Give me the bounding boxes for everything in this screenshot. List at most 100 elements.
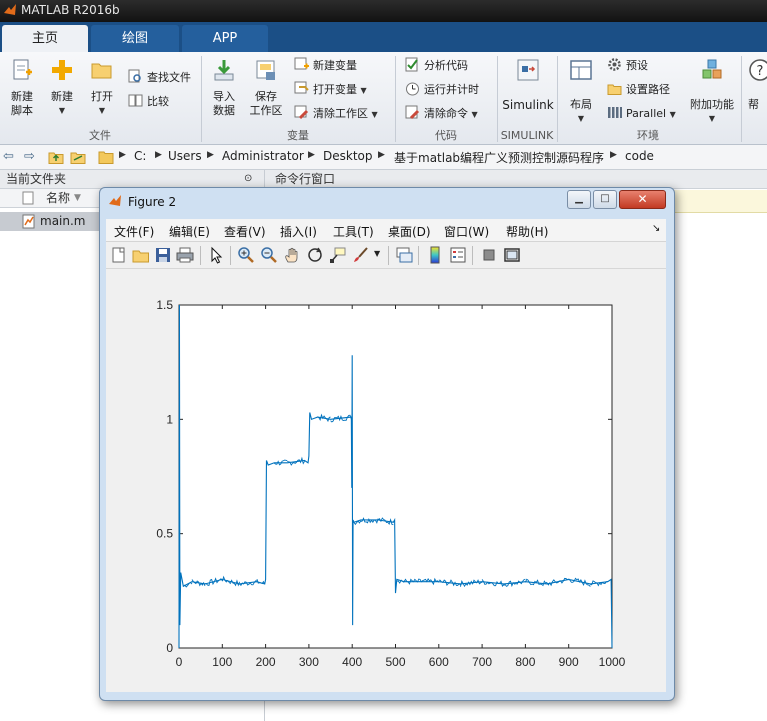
compare-button[interactable]: 比较 (128, 92, 169, 112)
section-variable-label: 变量 (287, 129, 309, 142)
print-icon[interactable] (176, 246, 194, 264)
breadcrumb-item[interactable]: 基于matlab编程广义预测控制源码程序 (394, 149, 604, 166)
run-and-time-button[interactable]: 运行并计时 (405, 80, 479, 100)
section-code-label: 代码 (435, 129, 457, 142)
new-variable-button[interactable]: 新建变量 (294, 56, 357, 76)
open-variable-button[interactable]: 打开变量 ▼ (294, 80, 367, 100)
clear-workspace-button[interactable]: 清除工作区 ▼ (294, 104, 378, 124)
save-workspace-icon (256, 60, 275, 80)
x-tick-label: 500 (385, 655, 405, 669)
find-files-icon (128, 69, 141, 83)
tab-apps[interactable]: APP (182, 25, 268, 52)
folder-open-icon (91, 63, 112, 79)
analyze-code-button[interactable]: 分析代码 (405, 56, 468, 76)
close-button[interactable]: ✕ (619, 190, 666, 209)
toolbar-separator (230, 246, 231, 265)
folder-path-icon (607, 84, 622, 95)
folder-icon (98, 151, 114, 164)
section-environment-label: 环境 (637, 129, 659, 142)
simulink-button[interactable]: Simulink (502, 58, 554, 112)
panel-menu-icon[interactable]: ⊙ (244, 170, 252, 188)
y-tick-label: 1.5 (156, 298, 173, 312)
layout-button[interactable]: 布局 ▼ (563, 58, 599, 126)
figure-window[interactable]: Figure 2 ▁ □ ✕ 文件(F) 编辑(E) 查看(V) 插入(I) 工… (99, 187, 675, 701)
pointer-arrow-icon[interactable] (207, 246, 225, 264)
hide-plot-tools-icon[interactable] (480, 246, 498, 264)
menu-edit[interactable]: 编辑(E) (169, 223, 210, 240)
simulink-icon (517, 59, 539, 81)
menu-file[interactable]: 文件(F) (114, 223, 154, 240)
back-arrow-icon[interactable]: ⇦ (3, 149, 14, 164)
parallel-button[interactable]: Parallel ▼ (607, 104, 676, 124)
brush-icon[interactable] (352, 246, 370, 264)
link-plot-icon[interactable] (395, 246, 413, 264)
brush-dropdown-caret[interactable]: ▼ (374, 249, 380, 258)
tab-plots[interactable]: 绘图 (91, 25, 179, 52)
set-path-button[interactable]: 设置路径 (607, 80, 670, 100)
preferences-button[interactable]: 预设 (607, 56, 648, 76)
open-file-icon[interactable] (132, 246, 150, 264)
zoom-out-icon[interactable] (260, 246, 278, 264)
insert-colorbar-icon[interactable] (426, 246, 444, 264)
maximize-button[interactable]: □ (593, 190, 617, 209)
help-question-icon: ? (749, 59, 767, 81)
x-tick-label: 200 (256, 655, 276, 669)
save-workspace-button[interactable]: 保存 工作区 (246, 58, 286, 118)
add-ons-button[interactable]: 附加功能 ▼ (686, 58, 738, 126)
new-figure-icon[interactable] (110, 246, 128, 264)
clear-workspace-icon (294, 105, 309, 120)
data-cursor-icon[interactable] (329, 246, 347, 264)
column-name[interactable]: 名称 (46, 189, 70, 207)
section-simulink-label: SIMULINK (500, 129, 554, 142)
rotate-3d-icon[interactable] (306, 246, 324, 264)
find-files-button[interactable]: 查找文件 (128, 68, 191, 88)
menu-desktop[interactable]: 桌面(D) (388, 223, 431, 240)
menu-view[interactable]: 查看(V) (224, 223, 266, 240)
file-type-icon (22, 191, 34, 205)
show-plot-tools-icon[interactable] (503, 246, 521, 264)
browse-folder-icon[interactable] (70, 149, 86, 165)
menu-tools[interactable]: 工具(T) (333, 223, 374, 240)
matlab-logo-icon (109, 195, 121, 206)
new-button[interactable]: 新建 ▼ (44, 58, 80, 118)
open-button[interactable]: 打开 ▼ (84, 58, 120, 118)
title-bar: MATLAB R2016b (0, 0, 767, 22)
save-figure-icon[interactable] (154, 246, 172, 264)
breadcrumb-item[interactable]: C: (134, 149, 146, 163)
help-button[interactable]: ? 帮 (748, 58, 767, 112)
y-tick-label: 0.5 (156, 527, 173, 541)
breadcrumb-separator: ▶ (378, 150, 385, 160)
new-script-button[interactable]: 新建 脚本 (4, 58, 40, 118)
figure-toolbar: ▼ (106, 242, 666, 269)
insert-legend-icon[interactable] (449, 246, 467, 264)
figure-plot-area[interactable]: 0 100 200 300 400 500 600 700 800 900 1000 0 0.5 1 1.5 (106, 269, 666, 692)
new-plus-icon (52, 60, 72, 80)
breadcrumb-item[interactable]: code (625, 149, 654, 163)
matlab-logo-icon (4, 4, 16, 15)
up-folder-icon[interactable] (48, 149, 64, 165)
minimize-button[interactable]: ▁ (567, 190, 591, 209)
menu-window[interactable]: 窗口(W) (444, 223, 489, 240)
breadcrumb-separator: ▶ (308, 150, 315, 160)
menu-help[interactable]: 帮助(H) (506, 223, 548, 240)
x-tick-label: 100 (212, 655, 232, 669)
x-tick-label: 600 (429, 655, 449, 669)
forward-arrow-icon[interactable]: ⇨ (24, 149, 35, 164)
clear-commands-button[interactable]: 清除命令 ▼ (405, 104, 478, 124)
open-variable-icon (294, 81, 309, 94)
y-tick-label: 1 (166, 412, 173, 426)
dock-arrow-icon[interactable]: ↘ (652, 223, 660, 234)
menu-insert[interactable]: 插入(I) (280, 223, 317, 240)
import-data-button[interactable]: 导入 数据 (206, 58, 242, 118)
toolbar-separator (418, 246, 419, 265)
x-tick-label: 900 (559, 655, 579, 669)
breadcrumb-item[interactable]: Administrator (222, 149, 304, 163)
breadcrumb-item[interactable]: Users (168, 149, 202, 163)
zoom-in-icon[interactable] (237, 246, 255, 264)
x-tick-label: 1000 (599, 655, 626, 669)
line-chart[interactable]: 0 100 200 300 400 500 600 700 800 900 1000 0 0.5 1 1.5 (106, 269, 666, 692)
add-ons-cubes-icon (702, 59, 722, 79)
breadcrumb-item[interactable]: Desktop (323, 149, 373, 163)
tab-home[interactable]: 主页 (2, 25, 88, 52)
pan-hand-icon[interactable] (283, 246, 301, 264)
